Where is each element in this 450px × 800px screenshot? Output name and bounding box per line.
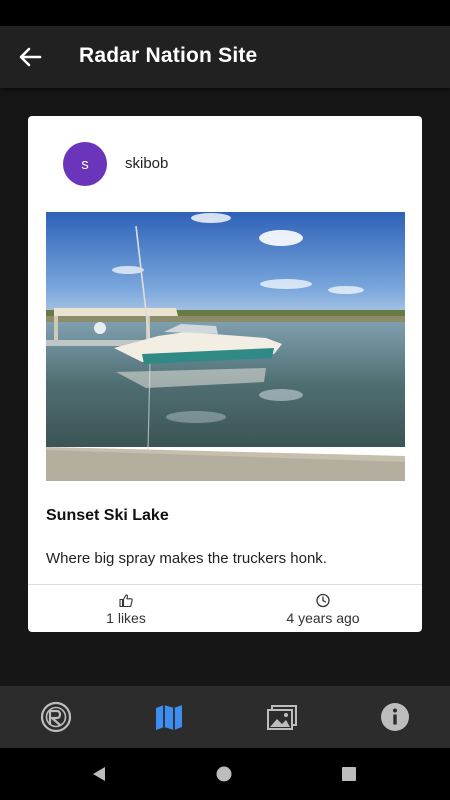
avatar-initial: s: [81, 155, 89, 173]
app-bar: Radar Nation Site: [0, 26, 450, 88]
map-icon[interactable]: [152, 700, 186, 734]
thumbs-up-icon: [119, 594, 133, 608]
page-title: Radar Nation Site: [79, 44, 258, 67]
card-divider: [28, 584, 422, 585]
post-card[interactable]: s skibob Sunset Ski Lake Where big spray…: [28, 116, 422, 632]
status-bar: [0, 0, 450, 26]
username[interactable]: skibob: [125, 155, 168, 172]
info-icon[interactable]: [378, 700, 412, 734]
post-photo[interactable]: [46, 212, 405, 481]
post-description: Where big spray makes the truckers honk.: [46, 550, 327, 567]
radar-logo-icon[interactable]: [39, 700, 73, 734]
back-arrow-icon[interactable]: [14, 43, 46, 71]
post-age-stat: 4 years ago: [228, 592, 418, 626]
avatar[interactable]: s: [63, 142, 107, 186]
system-home-icon[interactable]: [216, 766, 232, 782]
clock-icon: [316, 593, 330, 608]
gallery-icon[interactable]: [265, 700, 299, 734]
system-back-icon[interactable]: [91, 766, 107, 782]
system-recents-icon[interactable]: [342, 767, 356, 781]
system-navigation-bar: [0, 748, 450, 800]
likes-count: 1 likes: [106, 610, 146, 626]
post-title: Sunset Ski Lake: [46, 507, 169, 524]
post-age: 4 years ago: [286, 610, 360, 626]
likes-stat[interactable]: 1 likes: [31, 592, 221, 626]
bottom-navigation: [0, 686, 450, 748]
